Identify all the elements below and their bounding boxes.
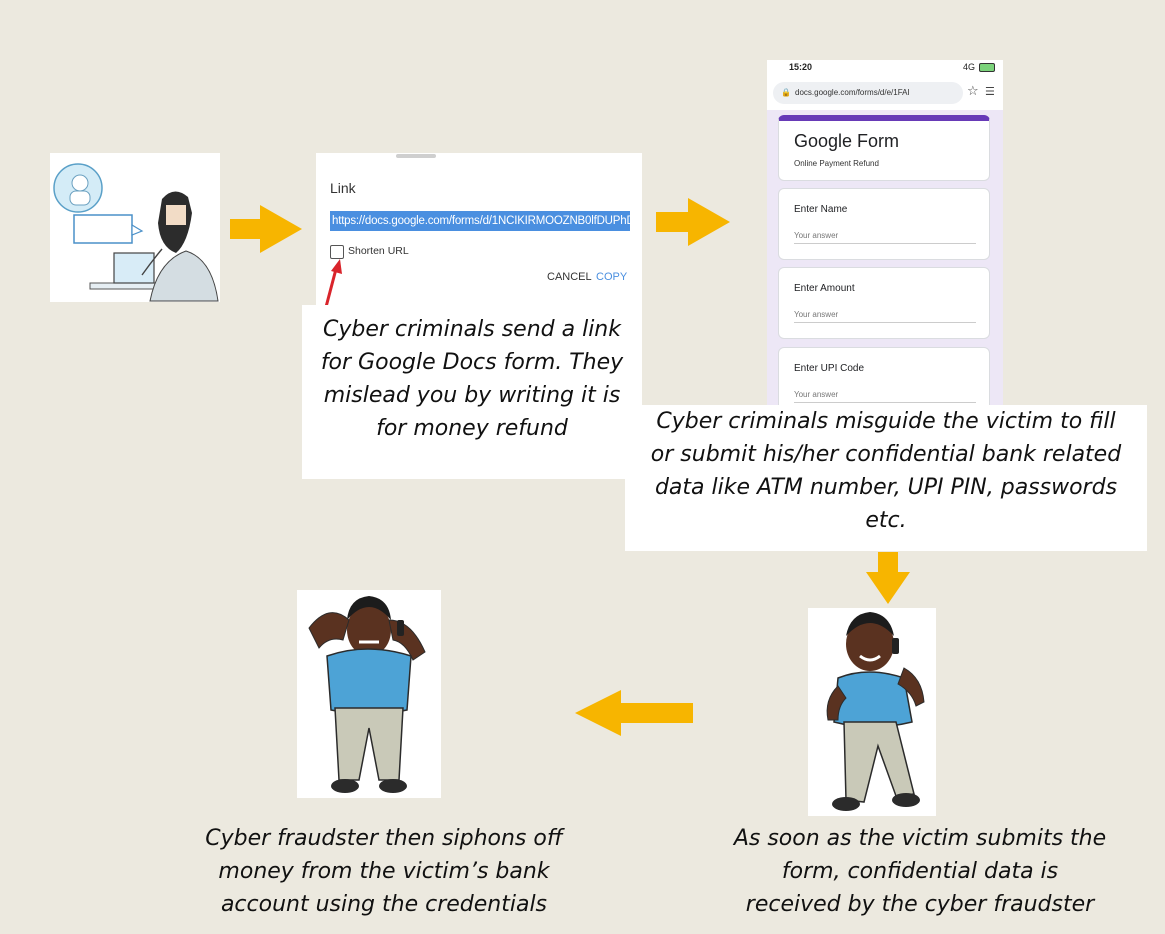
amount-input[interactable]: Your answer (794, 310, 976, 323)
phone-google-form-screenshot: 15:20 4G 🔒 docs.google.com/forms/d/e/1FA… (767, 60, 1003, 412)
caption-siphon-text: Cyber fraudster then siphons off money f… (205, 826, 563, 917)
status-network: 4G (962, 62, 975, 72)
red-pointer-arrow-icon (324, 259, 342, 308)
caption-submit: As soon as the victim submits the form, … (732, 822, 1108, 921)
share-link-dialog: Link https://docs.google.com/forms/d/1NC… (316, 153, 642, 309)
caption-send-link: Cyber criminals send a link for Google D… (302, 305, 642, 479)
cancel-button[interactable]: CANCEL (547, 271, 592, 283)
address-url: docs.google.com/forms/d/e/1FAI (795, 88, 910, 97)
address-bar[interactable]: 🔒 docs.google.com/forms/d/e/1FAI (773, 82, 963, 104)
caption-fill-form-text: Cyber criminals misguide the victim to f… (650, 409, 1122, 533)
name-input[interactable]: Your answer (794, 231, 976, 244)
drag-handle (396, 154, 436, 158)
arrow-left-icon (575, 690, 693, 736)
lock-icon: 🔒 (781, 88, 791, 97)
field-label: Enter Amount (794, 283, 855, 294)
form-subtitle: Online Payment Refund (794, 159, 879, 168)
fraudster-caller-illustration (50, 153, 220, 302)
shorten-url-label: Shorten URL (348, 245, 409, 257)
star-icon[interactable]: ☆ (967, 84, 979, 99)
caption-send-link-text: Cyber criminals send a link for Google D… (320, 317, 624, 441)
victim-on-phone-illustration (808, 608, 936, 816)
link-url-field[interactable]: https://docs.google.com/forms/d/1NCIKIRM… (330, 211, 630, 231)
dialog-title: Link (330, 180, 356, 196)
form-field-amount: Enter Amount Your answer (778, 267, 990, 339)
caption-siphon: Cyber fraudster then siphons off money f… (194, 822, 574, 921)
upi-input[interactable]: Your answer (794, 390, 976, 403)
field-label: Enter UPI Code (794, 363, 865, 374)
stressed-victim-illustration (297, 590, 441, 798)
caption-fill-form: Cyber criminals misguide the victim to f… (625, 405, 1147, 551)
arrow-down-icon (866, 552, 910, 604)
form-field-name: Enter Name Your answer (778, 188, 990, 260)
battery-icon (979, 63, 995, 72)
arrow-right-icon (656, 198, 730, 246)
phone-status-bar: 15:20 4G (767, 60, 1003, 76)
menu-icon[interactable]: ☰ (985, 85, 995, 98)
form-title-card: Google Form Online Payment Refund (778, 115, 990, 181)
status-time: 15:20 (789, 62, 813, 72)
copy-button[interactable]: COPY (596, 271, 627, 283)
form-field-upi: Enter UPI Code Your answer (778, 347, 990, 412)
field-label: Enter Name (794, 204, 848, 215)
form-title: Google Form (794, 131, 900, 151)
caption-submit-text: As soon as the victim submits the form, … (733, 826, 1107, 917)
arrow-right-icon (230, 205, 302, 253)
